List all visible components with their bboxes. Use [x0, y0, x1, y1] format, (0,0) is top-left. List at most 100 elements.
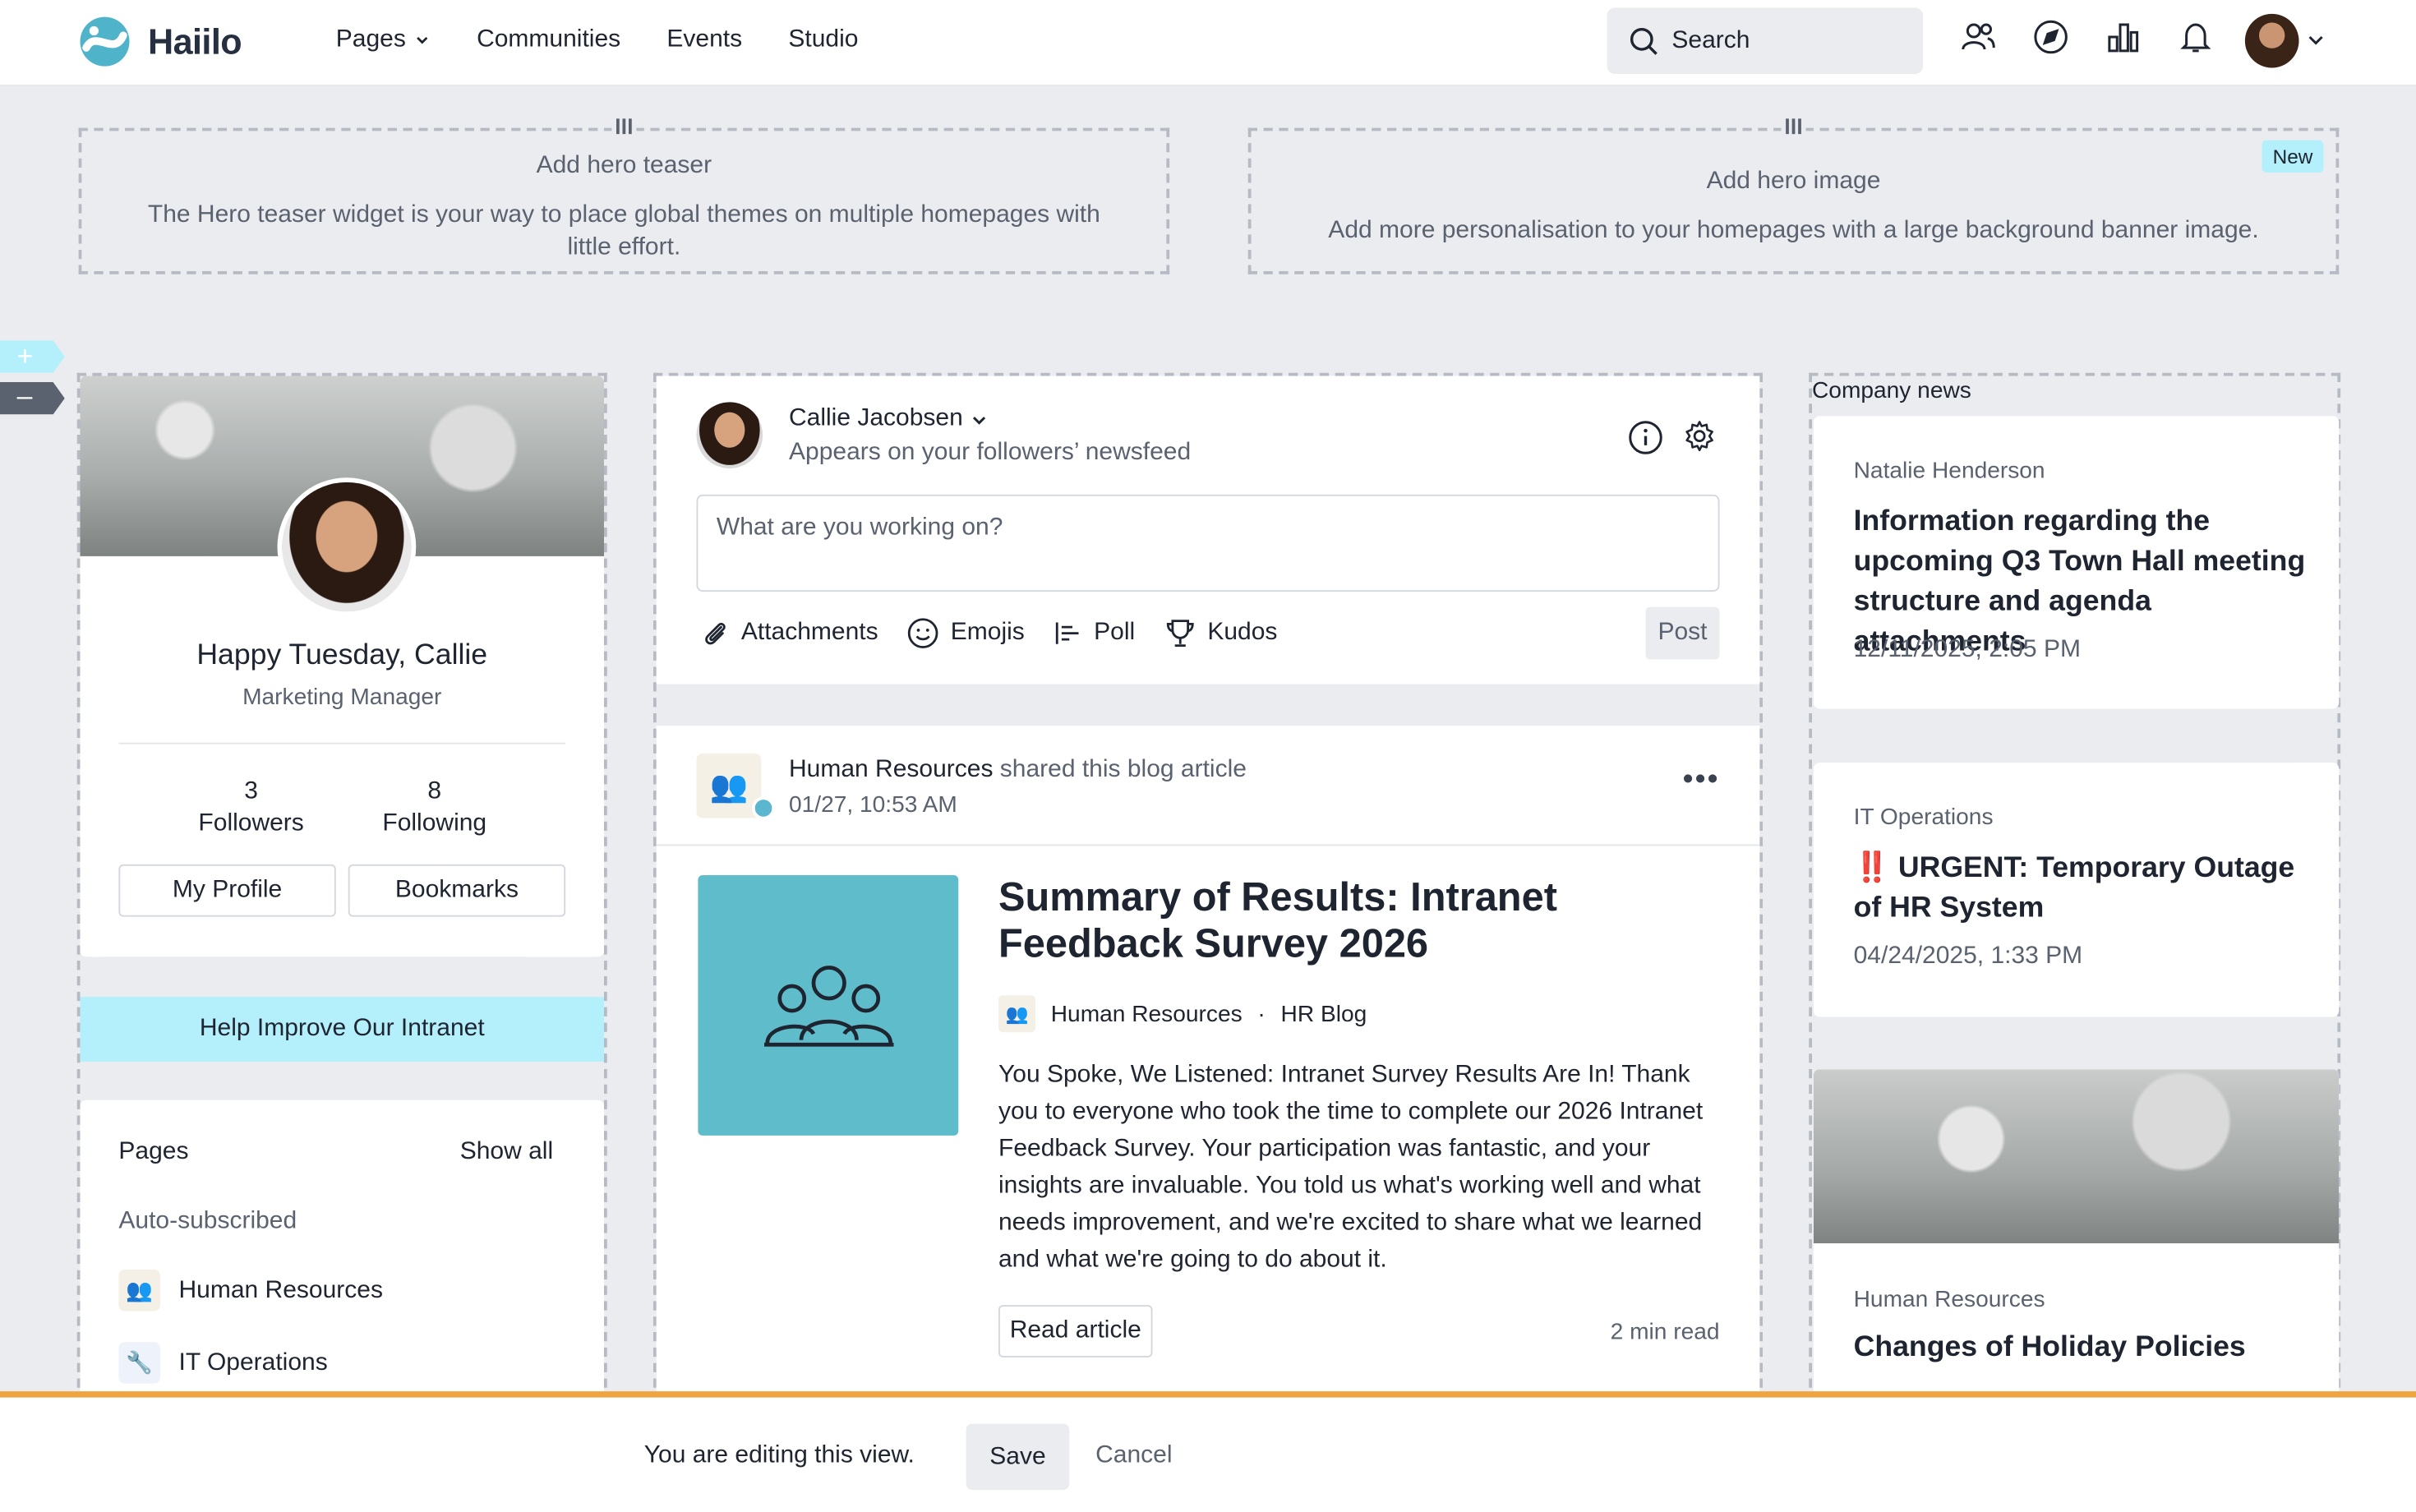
left-column: Happy Tuesday, Callie Marketing Manager …: [76, 372, 607, 1512]
show-all-link[interactable]: Show all: [460, 1139, 553, 1167]
article-thumbnail[interactable]: [698, 875, 959, 1136]
auto-subscribed-heading: Auto-subscribed: [118, 1208, 297, 1234]
nav-studio[interactable]: Studio: [788, 26, 858, 54]
app-root: Haiilo Pages Communities Events Studio S…: [0, 0, 2416, 1512]
search-icon: [1630, 27, 1658, 54]
main-nav: Pages Communities Events Studio: [336, 26, 859, 54]
following-label: Following: [382, 810, 487, 837]
gear-icon[interactable]: [1683, 419, 1717, 453]
post-text-input[interactable]: What are you working on?: [696, 494, 1720, 592]
article-author[interactable]: Human Resources: [1051, 1001, 1243, 1027]
page-item-human-resources[interactable]: 👥 Human Resources: [118, 1270, 383, 1311]
nav-communities[interactable]: Communities: [477, 26, 620, 54]
poll-button[interactable]: Poll: [1053, 616, 1135, 650]
smiley-icon: [907, 618, 938, 648]
following-count: 8: [427, 777, 442, 804]
brand-name: Haiilo: [148, 21, 242, 62]
post-button[interactable]: Post: [1645, 606, 1720, 660]
hero-teaser-description: The Hero teaser widget is your way to pl…: [147, 201, 1100, 260]
news-item[interactable]: IT Operations ‼️ URGENT: Temporary Outag…: [1813, 763, 2340, 1017]
profile-card: Happy Tuesday, Callie Marketing Manager …: [80, 376, 604, 957]
news-author: Natalie Henderson: [1853, 457, 2045, 484]
news-author: Human Resources: [1853, 1286, 2045, 1313]
nav-events[interactable]: Events: [666, 26, 742, 54]
profile-role: Marketing Manager: [242, 684, 442, 711]
trophy-icon: [1166, 620, 1193, 648]
chevron-down-icon[interactable]: [2307, 31, 2326, 50]
news-date: 12/11/2025, 2:05 PM: [1853, 636, 2081, 663]
page-item-it-operations[interactable]: 🔧 IT Operations: [118, 1342, 328, 1384]
help-improve-banner[interactable]: Help Improve Our Intranet: [80, 997, 604, 1062]
composer-tools: Attachments Emojis Poll Kudos: [699, 616, 1277, 650]
compass-icon[interactable]: [2032, 19, 2069, 56]
kudos-button[interactable]: Kudos: [1163, 616, 1277, 650]
news-image: [1813, 1069, 2340, 1244]
haiilo-logo-icon: [80, 16, 130, 67]
brand-logo[interactable]: Haiilo: [77, 14, 242, 70]
group-icon: [763, 965, 893, 1046]
post-action: shared this blog article: [999, 756, 1247, 783]
info-icon[interactable]: [1627, 419, 1664, 456]
post-sender[interactable]: Human Resources: [789, 757, 993, 783]
post-composer: Callie Jacobsen Appears on your follower…: [656, 376, 1760, 685]
news-item[interactable]: Natalie Henderson Information regarding …: [1813, 416, 2340, 709]
edit-mode-message: You are editing this view.: [643, 1442, 915, 1468]
profile-avatar[interactable]: [277, 477, 417, 616]
drag-handle-icon[interactable]: [611, 118, 637, 137]
hero-image-title: Add hero image: [1706, 168, 1881, 195]
add-row-button[interactable]: +: [0, 340, 65, 373]
composer-visibility: Appears on your followers’ newsfeed: [789, 439, 1192, 466]
chevron-down-icon: [417, 36, 429, 44]
news-item[interactable]: Human Resources Changes of Holiday Polic…: [1813, 1069, 2340, 1408]
search-input[interactable]: Search: [1607, 7, 1923, 74]
read-time: 2 min read: [1610, 1319, 1720, 1345]
save-button[interactable]: Save: [966, 1423, 1070, 1491]
drag-handle-icon[interactable]: [1781, 118, 1806, 137]
paperclip-icon: [705, 622, 726, 645]
chart-icon[interactable]: [2105, 19, 2142, 56]
following-stat[interactable]: 8 Following: [342, 775, 527, 840]
edit-mode-bar: You are editing this view. Save Cancel: [0, 1391, 2416, 1512]
hero-teaser-placeholder[interactable]: Add hero teaser The Hero teaser widget i…: [78, 118, 1170, 274]
author-selector[interactable]: Callie Jacobsen: [789, 405, 988, 433]
followers-count: 3: [244, 777, 258, 804]
page-item-label: Human Resources: [178, 1276, 383, 1303]
page-item-label: IT Operations: [178, 1348, 328, 1376]
my-profile-button[interactable]: My Profile: [118, 864, 336, 917]
followers-stat[interactable]: 3 Followers: [159, 775, 343, 840]
article-title[interactable]: Summary of Results: Intranet Feedback Su…: [998, 874, 1722, 966]
user-avatar[interactable]: [2244, 13, 2299, 68]
bookmarks-button[interactable]: Bookmarks: [348, 864, 566, 917]
remove-row-button[interactable]: –: [0, 382, 65, 415]
article-blog[interactable]: HR Blog: [1281, 1001, 1367, 1027]
nav-pages[interactable]: Pages: [336, 26, 431, 54]
more-options-icon[interactable]: •••: [1682, 763, 1719, 798]
hr-icon: 👥: [998, 995, 1035, 1033]
article-meta: 👥 Human Resources · HR Blog: [998, 995, 1367, 1033]
news-date: 04/24/2025, 1:33 PM: [1853, 943, 2083, 970]
chevron-down-icon: [972, 416, 986, 424]
divider: [118, 742, 566, 744]
cancel-button[interactable]: Cancel: [1095, 1442, 1172, 1470]
share-icon: [752, 796, 776, 820]
top-navigation-bar: Haiilo Pages Communities Events Studio S…: [0, 0, 2416, 86]
news-headline: Changes of Holiday Policies: [1853, 1331, 2246, 1364]
hero-image-description: Add more personalisation to your homepag…: [1328, 217, 2259, 244]
attachments-label: Attachments: [740, 619, 878, 646]
company-news-title: Company news: [1812, 377, 1971, 404]
read-article-button[interactable]: Read article: [998, 1305, 1153, 1358]
news-headline: ‼️ URGENT: Temporary Outage of HR System: [1853, 851, 2295, 924]
top-action-icons: [1960, 19, 2214, 56]
post-timestamp[interactable]: 01/27, 10:53 AM: [789, 792, 957, 818]
bell-icon[interactable]: [2177, 19, 2214, 56]
article-excerpt: You Spoke, We Listened: Intranet Survey …: [998, 1061, 1704, 1273]
hero-image-placeholder[interactable]: New Add hero image Add more personalisat…: [1247, 118, 2340, 274]
emojis-label: Emojis: [950, 619, 1025, 646]
people-icon[interactable]: [1960, 19, 1997, 56]
composer-author-name: Callie Jacobsen: [789, 405, 963, 431]
profile-greeting: Happy Tuesday, Callie: [196, 639, 488, 672]
attachments-button[interactable]: Attachments: [699, 616, 878, 650]
search-placeholder: Search: [1671, 26, 1750, 53]
meta-separator: ·: [1257, 1000, 1266, 1027]
emojis-button[interactable]: Emojis: [906, 616, 1025, 650]
